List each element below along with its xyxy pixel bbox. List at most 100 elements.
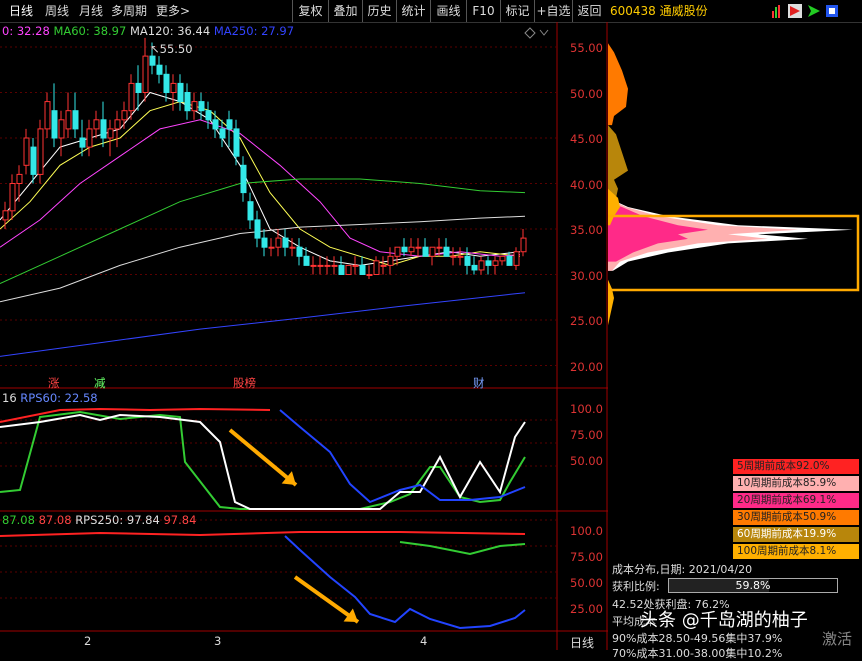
activate-watermark: 激活	[822, 630, 853, 648]
cost-profile-60	[608, 125, 628, 198]
chevron-down-icon[interactable]	[539, 29, 549, 36]
top-toolbar: 日线 周线 月线 多周期 更多> 复权 叠加 历史 统计 画线 F10 标记 +…	[0, 0, 862, 23]
candlestick	[2, 201, 9, 229]
candlestick	[86, 119, 93, 157]
candlestick	[387, 247, 394, 275]
candlestick	[338, 256, 345, 275]
adjust-button[interactable]: 复权	[292, 0, 328, 22]
rps250-legend: 87.08 87.08 RPS250: 97.84 97.84	[2, 513, 196, 527]
ma250-value: MA250: 27.97	[213, 24, 295, 38]
tab-weekly[interactable]: 周线	[40, 0, 74, 22]
legend-controls	[524, 27, 549, 39]
candlestick	[366, 265, 373, 280]
candlestick	[345, 264, 352, 275]
toolbar-icons	[772, 4, 838, 18]
profit-label: 获利比例:	[612, 580, 660, 593]
candlestick	[401, 238, 408, 257]
candlestick	[478, 256, 485, 275]
event-marker-finance[interactable]: 财	[473, 375, 485, 391]
cost-row: 20周期前成本69.1%	[733, 493, 859, 508]
candlestick	[93, 110, 100, 138]
profit-value: 59.8%	[735, 579, 771, 592]
candlestick	[499, 255, 506, 266]
rps120-value: 87.08	[2, 513, 35, 527]
candlestick	[408, 238, 415, 257]
date-tick: 3	[214, 634, 222, 648]
candlestick	[156, 56, 163, 84]
price-tick: 45.00	[570, 132, 603, 146]
candlestick	[303, 247, 310, 266]
price-tick: 35.00	[570, 223, 603, 237]
cost-row: 10周期前成本85.9%	[733, 476, 859, 491]
price-tick: 50.00	[570, 87, 603, 101]
candlestick	[450, 247, 457, 266]
cost-profile-30	[608, 43, 628, 126]
event-marker-reduce[interactable]: 减	[94, 375, 106, 391]
candlestick	[205, 101, 212, 129]
date-tick: 2	[84, 634, 92, 648]
rps60-green-line	[0, 410, 526, 510]
f10-button[interactable]: F10	[466, 0, 500, 22]
candlestick	[163, 65, 170, 102]
mark-button[interactable]: 标记	[500, 0, 534, 22]
candlestick	[107, 119, 114, 157]
candlestick	[317, 256, 324, 275]
date-tick: 4	[420, 634, 428, 648]
profit-bar: 59.8%	[668, 578, 838, 593]
watermark: 头条 @千岛湖的柚子	[640, 610, 808, 631]
tab-daily[interactable]: 日线	[4, 0, 38, 22]
rps250-red-line	[0, 531, 526, 537]
kline-chart-area[interactable]	[0, 22, 608, 650]
diamond-icon[interactable]	[524, 27, 536, 39]
rps2-tick: 75.00	[570, 550, 603, 564]
candlestick	[429, 246, 436, 266]
ma120-value: MA120: 36.44	[129, 24, 211, 38]
rps-tick: 75.00	[570, 428, 603, 442]
arrow-icon[interactable]	[808, 5, 820, 17]
stats-button[interactable]: 统计	[396, 0, 430, 22]
candlestick	[37, 119, 44, 184]
price-tick: 40.00	[570, 178, 603, 192]
candlestick	[415, 238, 422, 257]
candlestick	[485, 256, 492, 275]
back-button[interactable]: 返回	[572, 0, 606, 22]
price-tick: 25.00	[570, 314, 603, 328]
candlestick	[520, 229, 527, 257]
more-menu[interactable]: 更多>	[152, 0, 194, 22]
bar-chart-icon[interactable]	[772, 5, 780, 18]
period-tag[interactable]: 日线	[570, 634, 594, 651]
candlestick	[65, 92, 72, 138]
cost-70: 70%成本31.00-38.00集中10.2%	[612, 647, 783, 660]
annotation-arrow	[228, 428, 298, 487]
rps-tick: 50.00	[570, 454, 603, 468]
overlay-button[interactable]: 叠加	[328, 0, 362, 22]
candlestick	[58, 110, 65, 157]
candlestick	[240, 156, 247, 202]
price-tick: 30.00	[570, 269, 603, 283]
candlestick	[114, 110, 121, 148]
add-watchlist-button[interactable]: +自选	[534, 0, 572, 22]
candlestick	[191, 92, 198, 120]
price-tick: 55.00	[570, 41, 603, 55]
candlestick	[471, 256, 478, 275]
candlestick	[226, 110, 233, 148]
candlestick	[212, 110, 219, 138]
event-marker-rise[interactable]: 涨	[48, 375, 60, 391]
grid-icon[interactable]	[826, 5, 838, 17]
price-tick: 20.00	[570, 360, 603, 374]
rps60-white-line	[0, 413, 526, 510]
flag-icon[interactable]	[788, 4, 802, 18]
candlestick	[170, 74, 177, 111]
candlestick	[457, 247, 464, 266]
candlestick	[142, 37, 149, 102]
history-button[interactable]: 历史	[362, 0, 396, 22]
candlestick	[464, 247, 471, 275]
candlestick	[16, 165, 23, 202]
ma-legend: 0: 32.28 MA60: 38.97 MA120: 36.44 MA250:…	[2, 24, 294, 38]
event-marker-list[interactable]: 股榜	[233, 375, 256, 391]
cost-row: 100周期前成本8.1%	[733, 544, 859, 559]
tab-monthly[interactable]: 月线	[76, 0, 106, 22]
candlestick	[513, 247, 520, 270]
draw-button[interactable]: 画线	[430, 0, 466, 22]
tab-multi-period[interactable]: 多周期	[108, 0, 150, 22]
